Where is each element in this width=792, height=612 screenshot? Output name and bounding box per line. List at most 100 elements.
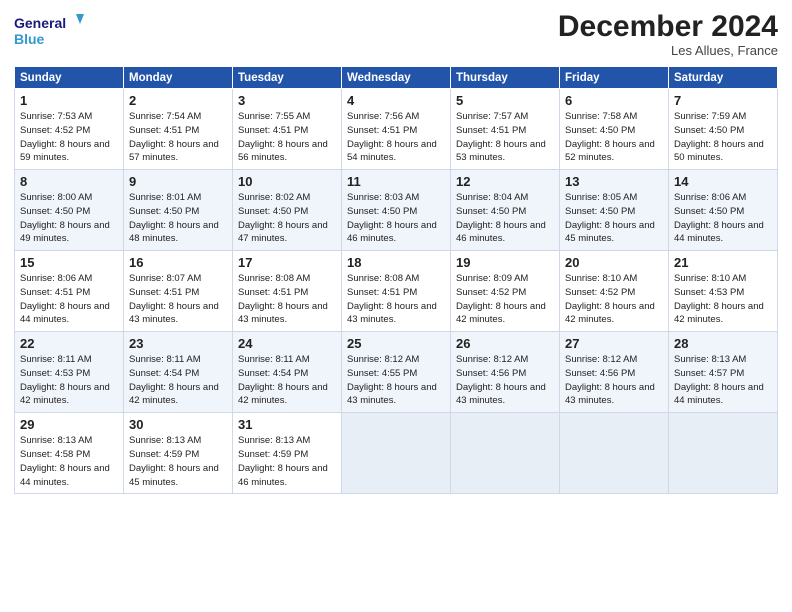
table-cell: 26 Sunrise: 8:12 AMSunset: 4:56 PMDaylig… [451,332,560,413]
table-cell: 14 Sunrise: 8:06 AMSunset: 4:50 PMDaylig… [669,170,778,251]
day-number: 19 [456,255,555,270]
day-number: 4 [347,93,446,108]
header-row: Sunday Monday Tuesday Wednesday Thursday… [15,67,778,89]
day-number: 23 [129,336,228,351]
table-cell: 11 Sunrise: 8:03 AMSunset: 4:50 PMDaylig… [342,170,451,251]
day-info: Sunrise: 8:11 AMSunset: 4:54 PMDaylight:… [129,354,219,406]
day-number: 28 [674,336,773,351]
day-number: 25 [347,336,446,351]
table-cell: 28 Sunrise: 8:13 AMSunset: 4:57 PMDaylig… [669,332,778,413]
col-friday: Friday [560,67,669,89]
day-number: 5 [456,93,555,108]
calendar-row: 29 Sunrise: 8:13 AMSunset: 4:58 PMDaylig… [15,413,778,494]
day-info: Sunrise: 8:13 AMSunset: 4:59 PMDaylight:… [238,435,328,487]
day-info: Sunrise: 8:05 AMSunset: 4:50 PMDaylight:… [565,192,655,244]
day-number: 8 [20,174,119,189]
svg-text:Blue: Blue [14,31,45,47]
table-cell [669,413,778,494]
table-cell: 29 Sunrise: 8:13 AMSunset: 4:58 PMDaylig… [15,413,124,494]
table-cell: 15 Sunrise: 8:06 AMSunset: 4:51 PMDaylig… [15,251,124,332]
day-info: Sunrise: 8:11 AMSunset: 4:54 PMDaylight:… [238,354,328,406]
table-cell: 13 Sunrise: 8:05 AMSunset: 4:50 PMDaylig… [560,170,669,251]
day-number: 1 [20,93,119,108]
table-cell: 7 Sunrise: 7:59 AMSunset: 4:50 PMDayligh… [669,89,778,170]
day-info: Sunrise: 8:07 AMSunset: 4:51 PMDaylight:… [129,273,219,325]
calendar-row: 8 Sunrise: 8:00 AMSunset: 4:50 PMDayligh… [15,170,778,251]
table-cell: 6 Sunrise: 7:58 AMSunset: 4:50 PMDayligh… [560,89,669,170]
table-cell: 25 Sunrise: 8:12 AMSunset: 4:55 PMDaylig… [342,332,451,413]
day-info: Sunrise: 8:06 AMSunset: 4:51 PMDaylight:… [20,273,110,325]
col-wednesday: Wednesday [342,67,451,89]
table-cell: 8 Sunrise: 8:00 AMSunset: 4:50 PMDayligh… [15,170,124,251]
day-info: Sunrise: 8:12 AMSunset: 4:55 PMDaylight:… [347,354,437,406]
col-tuesday: Tuesday [233,67,342,89]
day-info: Sunrise: 8:11 AMSunset: 4:53 PMDaylight:… [20,354,110,406]
month-title: December 2024 [558,10,778,43]
svg-text:General: General [14,15,66,31]
day-info: Sunrise: 7:57 AMSunset: 4:51 PMDaylight:… [456,111,546,163]
table-cell: 1 Sunrise: 7:53 AMSunset: 4:52 PMDayligh… [15,89,124,170]
table-cell: 9 Sunrise: 8:01 AMSunset: 4:50 PMDayligh… [124,170,233,251]
day-number: 18 [347,255,446,270]
table-cell: 20 Sunrise: 8:10 AMSunset: 4:52 PMDaylig… [560,251,669,332]
table-cell: 3 Sunrise: 7:55 AMSunset: 4:51 PMDayligh… [233,89,342,170]
table-cell: 5 Sunrise: 7:57 AMSunset: 4:51 PMDayligh… [451,89,560,170]
table-cell: 21 Sunrise: 8:10 AMSunset: 4:53 PMDaylig… [669,251,778,332]
col-saturday: Saturday [669,67,778,89]
day-info: Sunrise: 8:01 AMSunset: 4:50 PMDaylight:… [129,192,219,244]
day-number: 21 [674,255,773,270]
logo-svg: General Blue [14,10,84,50]
day-info: Sunrise: 8:10 AMSunset: 4:52 PMDaylight:… [565,273,655,325]
table-cell: 2 Sunrise: 7:54 AMSunset: 4:51 PMDayligh… [124,89,233,170]
day-number: 15 [20,255,119,270]
day-number: 20 [565,255,664,270]
table-cell: 19 Sunrise: 8:09 AMSunset: 4:52 PMDaylig… [451,251,560,332]
day-number: 7 [674,93,773,108]
day-info: Sunrise: 8:03 AMSunset: 4:50 PMDaylight:… [347,192,437,244]
table-cell: 30 Sunrise: 8:13 AMSunset: 4:59 PMDaylig… [124,413,233,494]
day-number: 12 [456,174,555,189]
day-number: 17 [238,255,337,270]
table-cell: 10 Sunrise: 8:02 AMSunset: 4:50 PMDaylig… [233,170,342,251]
table-cell: 17 Sunrise: 8:08 AMSunset: 4:51 PMDaylig… [233,251,342,332]
day-info: Sunrise: 8:09 AMSunset: 4:52 PMDaylight:… [456,273,546,325]
day-number: 27 [565,336,664,351]
day-number: 22 [20,336,119,351]
table-cell: 22 Sunrise: 8:11 AMSunset: 4:53 PMDaylig… [15,332,124,413]
day-number: 14 [674,174,773,189]
day-number: 3 [238,93,337,108]
day-info: Sunrise: 7:58 AMSunset: 4:50 PMDaylight:… [565,111,655,163]
day-info: Sunrise: 7:55 AMSunset: 4:51 PMDaylight:… [238,111,328,163]
day-number: 29 [20,417,119,432]
page: General Blue December 2024 Les Allues, F… [0,0,792,612]
day-number: 6 [565,93,664,108]
calendar-body: 1 Sunrise: 7:53 AMSunset: 4:52 PMDayligh… [15,89,778,494]
table-cell: 16 Sunrise: 8:07 AMSunset: 4:51 PMDaylig… [124,251,233,332]
table-cell: 24 Sunrise: 8:11 AMSunset: 4:54 PMDaylig… [233,332,342,413]
day-info: Sunrise: 8:08 AMSunset: 4:51 PMDaylight:… [347,273,437,325]
day-number: 31 [238,417,337,432]
table-cell: 23 Sunrise: 8:11 AMSunset: 4:54 PMDaylig… [124,332,233,413]
day-info: Sunrise: 8:00 AMSunset: 4:50 PMDaylight:… [20,192,110,244]
logo: General Blue [14,10,84,50]
day-info: Sunrise: 8:12 AMSunset: 4:56 PMDaylight:… [456,354,546,406]
day-number: 10 [238,174,337,189]
day-number: 9 [129,174,228,189]
day-info: Sunrise: 7:53 AMSunset: 4:52 PMDaylight:… [20,111,110,163]
col-thursday: Thursday [451,67,560,89]
calendar-row: 1 Sunrise: 7:53 AMSunset: 4:52 PMDayligh… [15,89,778,170]
col-sunday: Sunday [15,67,124,89]
day-number: 13 [565,174,664,189]
day-info: Sunrise: 8:13 AMSunset: 4:57 PMDaylight:… [674,354,764,406]
day-number: 24 [238,336,337,351]
day-number: 16 [129,255,228,270]
day-info: Sunrise: 8:12 AMSunset: 4:56 PMDaylight:… [565,354,655,406]
header: General Blue December 2024 Les Allues, F… [14,10,778,58]
day-info: Sunrise: 8:13 AMSunset: 4:59 PMDaylight:… [129,435,219,487]
day-number: 30 [129,417,228,432]
col-monday: Monday [124,67,233,89]
day-info: Sunrise: 7:59 AMSunset: 4:50 PMDaylight:… [674,111,764,163]
day-info: Sunrise: 7:54 AMSunset: 4:51 PMDaylight:… [129,111,219,163]
day-info: Sunrise: 8:08 AMSunset: 4:51 PMDaylight:… [238,273,328,325]
table-cell: 31 Sunrise: 8:13 AMSunset: 4:59 PMDaylig… [233,413,342,494]
